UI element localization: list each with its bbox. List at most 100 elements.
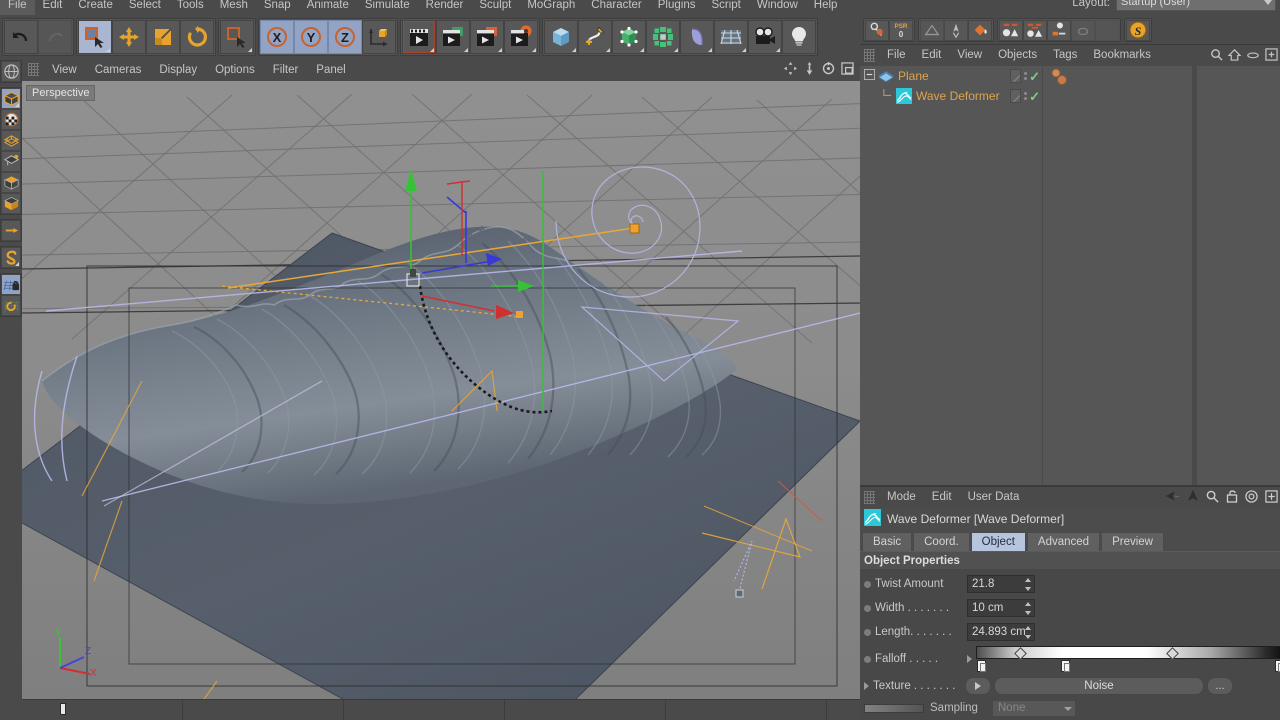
menu-item-tools[interactable]: Tools xyxy=(169,0,212,15)
viewport-menu-cameras[interactable]: Cameras xyxy=(86,60,151,80)
object-manager-tree[interactable]: Plane ✓ Wave Deformer ✓ xyxy=(860,66,1280,485)
viewport-menu-options[interactable]: Options xyxy=(206,60,264,80)
width-stepper[interactable] xyxy=(1024,602,1032,615)
tab-preview[interactable]: Preview xyxy=(1101,532,1164,551)
points-mode-button[interactable] xyxy=(1,130,21,151)
rotate-tool-button[interactable] xyxy=(180,20,214,54)
plane-tag-icons[interactable] xyxy=(1050,68,1076,91)
texture-shader-button[interactable]: Noise xyxy=(994,677,1204,695)
layout-select[interactable]: Startup (User) xyxy=(1116,0,1276,11)
object-menu-bookmarks[interactable]: Bookmarks xyxy=(1085,46,1159,65)
gradient-knot[interactable] xyxy=(977,660,986,672)
render-view-button[interactable] xyxy=(402,20,436,54)
edges-mode-button[interactable] xyxy=(1,151,21,172)
menu-item-window[interactable]: Window xyxy=(749,0,806,15)
search-icon[interactable] xyxy=(1210,48,1223,64)
length-stepper[interactable] xyxy=(1024,626,1032,639)
workplane-lock-button[interactable] xyxy=(1,274,21,295)
mograph-button[interactable] xyxy=(646,20,680,54)
object-manager-grip-icon[interactable] xyxy=(864,49,875,62)
maximize-viewport-icon[interactable] xyxy=(841,62,854,78)
menu-item-character[interactable]: Character xyxy=(583,0,650,15)
viewport-menu-filter[interactable]: Filter xyxy=(264,60,308,80)
polygons-mode-button[interactable] xyxy=(1,172,21,193)
visibility-dots-icon[interactable] xyxy=(1023,72,1027,80)
twist-amount-stepper[interactable] xyxy=(1024,578,1032,591)
length-input[interactable]: 24.893 cm xyxy=(967,623,1035,641)
target-icon[interactable] xyxy=(1245,489,1258,506)
attribute-menu-user-data[interactable]: User Data xyxy=(960,488,1028,507)
viewport-solo-button[interactable] xyxy=(1,247,21,268)
keyframe-dot-icon[interactable] xyxy=(864,628,871,636)
object-axis-button[interactable] xyxy=(1,193,21,214)
tab-basic[interactable]: Basic xyxy=(862,532,913,551)
menu-item-plugins[interactable]: Plugins xyxy=(650,0,704,15)
lock-icon[interactable] xyxy=(1226,489,1238,506)
y-axis-lock-button[interactable]: Y xyxy=(294,20,328,54)
dolly-icon[interactable] xyxy=(803,62,816,78)
twist-amount-input[interactable]: 21.8 xyxy=(967,575,1035,593)
attribute-manager-grip-icon[interactable] xyxy=(864,491,875,504)
tab-coord[interactable]: Coord. xyxy=(913,532,970,551)
snap-button[interactable] xyxy=(865,19,889,41)
enable-axis-button[interactable] xyxy=(1,220,21,241)
expand-toggle-icon[interactable] xyxy=(864,69,875,83)
attribute-menu-edit[interactable]: Edit xyxy=(924,488,960,507)
world-coordinates-button[interactable] xyxy=(362,20,396,54)
render-settings-button[interactable] xyxy=(504,20,538,54)
up-arrow-icon[interactable] xyxy=(1187,489,1199,506)
editor-visibility-icon[interactable] xyxy=(1010,69,1022,83)
model-mode-button[interactable] xyxy=(1,88,21,109)
object-visibility-controls[interactable]: ✓ xyxy=(1010,67,1040,85)
viewport-menu-view[interactable]: View xyxy=(43,60,86,80)
texture-more-button[interactable]: ... xyxy=(1207,677,1233,695)
falloff-expand-icon[interactable] xyxy=(967,655,972,663)
menu-item-create[interactable]: Create xyxy=(70,0,121,15)
menu-item-mograph[interactable]: MoGraph xyxy=(519,0,583,15)
menu-item-mesh[interactable]: Mesh xyxy=(212,0,256,15)
visibility-dots-icon[interactable] xyxy=(1023,92,1027,100)
blank-button[interactable] xyxy=(1095,19,1119,41)
light-button[interactable] xyxy=(782,20,816,54)
cube-primitive-button[interactable] xyxy=(544,20,578,54)
z-axis-lock-button[interactable]: Z xyxy=(328,20,362,54)
redo-button[interactable] xyxy=(38,20,72,54)
keyframe-dot-icon[interactable] xyxy=(864,655,871,663)
scale-tool-button[interactable] xyxy=(146,20,180,54)
scene-floor-button[interactable] xyxy=(714,20,748,54)
back-arrow-icon[interactable] xyxy=(1164,489,1180,506)
move-tool-button[interactable] xyxy=(112,20,146,54)
falloff-gradient[interactable] xyxy=(976,646,1280,672)
width-input[interactable]: 10 cm xyxy=(967,599,1035,617)
gradient-knot[interactable] xyxy=(1275,660,1280,672)
align-left-button[interactable] xyxy=(999,19,1023,41)
object-menu-file[interactable]: File xyxy=(879,46,914,65)
camera-button[interactable] xyxy=(748,20,782,54)
home-icon[interactable] xyxy=(1227,48,1242,64)
enabled-check-icon[interactable]: ✓ xyxy=(1029,70,1040,83)
object-menu-edit[interactable]: Edit xyxy=(914,46,950,65)
viewport-3d-canvas[interactable]: Perspective Y X Z xyxy=(22,81,860,699)
timeline-strip[interactable] xyxy=(22,699,860,720)
axis-modify-button[interactable] xyxy=(944,19,968,41)
texture-mode-button[interactable] xyxy=(1,109,21,130)
pan-icon[interactable] xyxy=(784,62,797,78)
attribute-menu-mode[interactable]: Mode xyxy=(879,488,924,507)
link-icon[interactable] xyxy=(1246,48,1260,64)
tab-object[interactable]: Object xyxy=(970,532,1026,551)
add-layer-icon[interactable] xyxy=(1265,48,1278,64)
render-picture-viewer-button[interactable] xyxy=(470,20,504,54)
menu-item-sculpt[interactable]: Sculpt xyxy=(471,0,519,15)
viewport-menu-panel[interactable]: Panel xyxy=(307,60,354,80)
x-axis-lock-button[interactable]: X xyxy=(260,20,294,54)
object-menu-objects[interactable]: Objects xyxy=(990,46,1045,65)
plus-icon[interactable] xyxy=(1265,489,1278,506)
tab-advanced[interactable]: Advanced xyxy=(1026,532,1101,551)
menu-item-edit[interactable]: Edit xyxy=(35,0,71,15)
paint-bucket-button[interactable] xyxy=(968,19,992,41)
orbit-icon[interactable] xyxy=(822,62,835,78)
texture-expand-icon[interactable] xyxy=(864,682,869,690)
object-menu-view[interactable]: View xyxy=(949,46,990,65)
enabled-check-icon[interactable]: ✓ xyxy=(1029,90,1040,103)
psr-button[interactable]: PSR 0 xyxy=(889,19,913,41)
